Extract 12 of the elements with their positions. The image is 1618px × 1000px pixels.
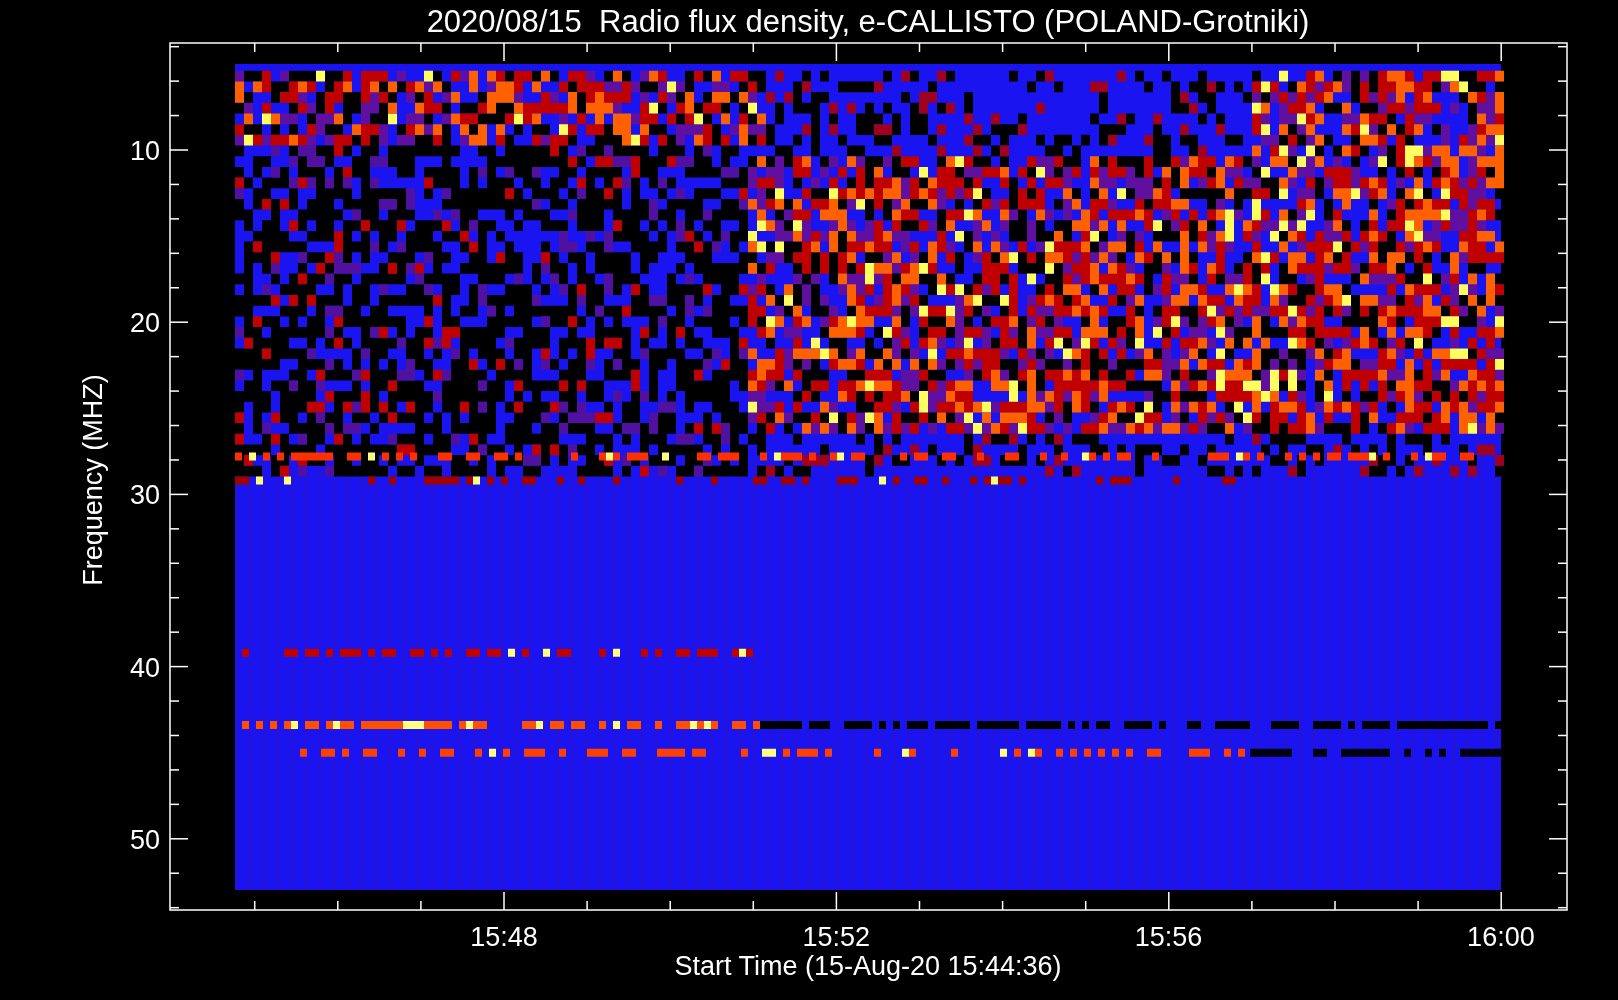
axis-title: Start Time (15-Aug-20 15:44:36) — [674, 951, 1062, 981]
axis-label: 10 — [129, 136, 160, 166]
axis-label: 30 — [129, 480, 160, 511]
axis-label: 20 — [129, 308, 160, 339]
plot-title: 2020/08/15 Radio flux density, e-CALLISTO (POLAND-Grotniki) — [426, 4, 1310, 39]
axis-label: 50 — [129, 824, 160, 855]
axis-label: 15:56 — [1134, 922, 1203, 952]
axis-label: 40 — [129, 652, 160, 683]
axis-title: Frequency (MHZ) — [78, 374, 108, 586]
axis-label: 15:48 — [470, 922, 538, 952]
axis-label: 16:00 — [1467, 922, 1535, 952]
axis-label: 15:52 — [802, 922, 871, 952]
